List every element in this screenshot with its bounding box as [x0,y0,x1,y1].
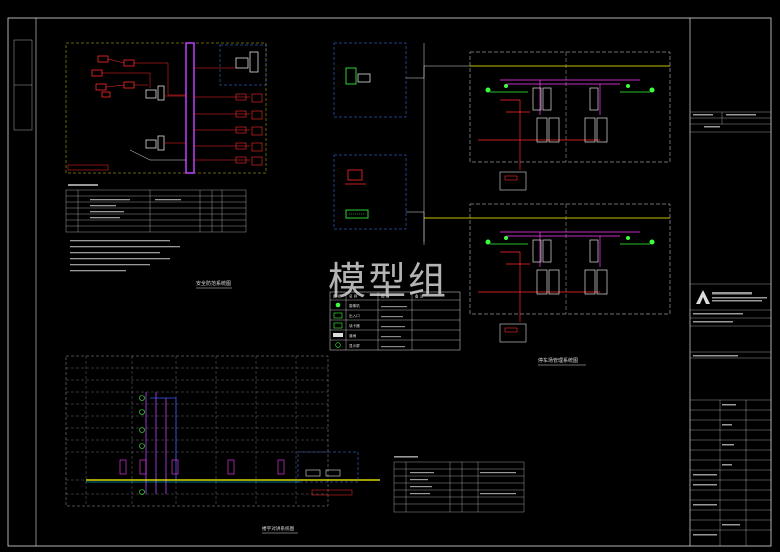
display-icon [335,342,341,348]
svg-text:安全防范系统图: 安全防范系统图 [196,280,231,287]
parking-unit-lower [424,203,671,343]
camera-icon [485,87,491,93]
svg-text:楼宇对讲系统图: 楼宇对讲系统图 [262,525,295,532]
terminal-icon [345,169,366,185]
legend-row-name: 读卡器 [349,323,360,328]
security-system-diagram [65,42,267,174]
camera-icon [485,239,491,245]
intercom-riser-diagram [65,355,380,507]
title-block [690,111,771,546]
monitor-workstation-icon [145,85,165,101]
svg-text:停车场管理系统图: 停车场管理系统图 [538,357,578,364]
camera-icon [649,239,655,245]
card-reader-icon [333,322,343,329]
network-switch-icon [345,209,369,219]
legend-row-name: 道闸 [349,333,357,338]
parking-system-title: 停车场管理系统图 [538,357,586,366]
gate-icon [333,312,343,319]
camera-icon [649,87,655,93]
intercom-system-title: 楼宇对讲系统图 [262,525,298,534]
legend-row-name: 出入口 [349,313,360,318]
title-block-text-marks [693,114,767,536]
parking-unit-upper [469,51,671,191]
control-room-diagram [333,42,470,245]
security-system-title: 安全防范系统图 [196,280,232,289]
server-icon [235,51,259,73]
barrier-icon [333,333,343,337]
legend-row-name: 显示屏 [349,344,360,348]
watermark: 模型组 [328,259,449,303]
workstation-icon [345,67,371,85]
monitor-workstation-icon-2 [145,135,165,151]
company-logo [696,290,710,304]
